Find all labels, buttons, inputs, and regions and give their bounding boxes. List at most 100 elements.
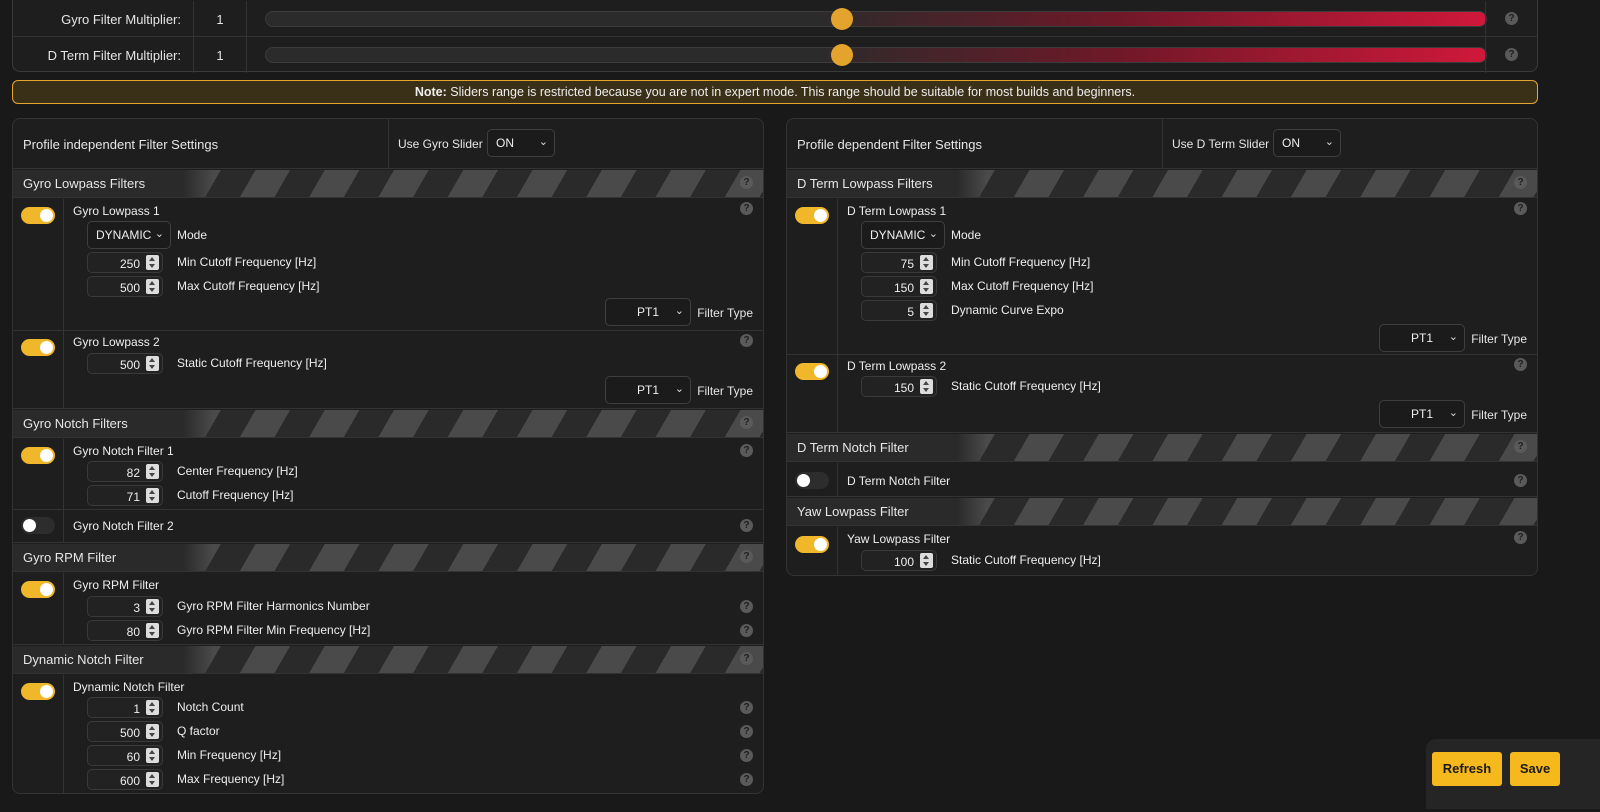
spinner-icon[interactable] xyxy=(146,279,159,294)
q-factor-input[interactable]: 500 xyxy=(87,721,163,742)
help-icon[interactable]: ? xyxy=(740,550,753,563)
help-icon[interactable]: ? xyxy=(740,773,753,786)
use-dterm-slider-label: Use D Term Slider xyxy=(1172,137,1270,151)
help-icon[interactable]: ? xyxy=(740,652,753,665)
help-icon[interactable]: ? xyxy=(740,749,753,762)
yaw-cutoff-input[interactable]: 100 xyxy=(861,550,937,571)
gyro-rpm-min-frequency-input[interactable]: 80 xyxy=(87,620,163,641)
spinner-icon[interactable] xyxy=(920,303,933,318)
refresh-button[interactable]: Refresh xyxy=(1432,752,1502,786)
spinner-icon[interactable] xyxy=(146,772,159,787)
gyro-notch-1-title: Gyro Notch Filter 1 xyxy=(73,444,174,458)
gyro-filter-multiplier-track[interactable] xyxy=(265,11,1487,27)
notch-count-input[interactable]: 1 xyxy=(87,697,163,718)
chevron-down-icon: ⌄ xyxy=(928,228,938,240)
chevron-down-icon: ⌄ xyxy=(1448,331,1458,343)
dterm-lowpass-1-title: D Term Lowpass 1 xyxy=(847,204,947,218)
gyro-notch-1-center-input[interactable]: 82 xyxy=(87,461,163,482)
help-icon[interactable]: ? xyxy=(1514,176,1527,189)
dterm-lowpass-1-mode-select[interactable]: DYNAMIC ⌄ xyxy=(861,221,945,249)
help-icon[interactable]: ? xyxy=(1505,48,1518,61)
spinner-icon[interactable] xyxy=(920,279,933,294)
help-icon[interactable]: ? xyxy=(740,444,753,457)
dterm-notch-block: D Term Notch Filter ? xyxy=(787,463,1537,497)
spinner-icon[interactable] xyxy=(146,255,159,270)
save-button[interactable]: Save xyxy=(1510,752,1560,786)
dterm-filter-multiplier-thumb[interactable] xyxy=(831,44,853,66)
gyro-lowpass-2-toggle[interactable] xyxy=(21,339,55,356)
use-gyro-slider-select[interactable]: ON ⌄ xyxy=(487,129,555,157)
help-icon[interactable]: ? xyxy=(740,725,753,738)
help-icon[interactable]: ? xyxy=(1505,12,1518,25)
gyro-notch-1-cutoff-input[interactable]: 71 xyxy=(87,485,163,506)
help-icon[interactable]: ? xyxy=(740,624,753,637)
spinner-icon[interactable] xyxy=(146,464,159,479)
spinner-icon[interactable] xyxy=(146,748,159,763)
gyro-lowpass-2-cutoff-input[interactable]: 500 xyxy=(87,353,163,374)
yaw-lowpass-toggle[interactable] xyxy=(795,536,829,553)
gyro-notch-2-title: Gyro Notch Filter 2 xyxy=(73,519,174,533)
gyro-lowpass-1-mode-select[interactable]: DYNAMIC ⌄ xyxy=(87,221,171,249)
gyro-lowpass-1-min-input[interactable]: 250 xyxy=(87,252,163,273)
dterm-lowpass-1-type-select[interactable]: PT1 ⌄ xyxy=(1379,324,1465,352)
panel-header: Profile independent Filter Settings Use … xyxy=(13,119,763,169)
gyro-lowpass-1-toggle[interactable] xyxy=(21,207,55,224)
spinner-icon[interactable] xyxy=(146,700,159,715)
dterm-filter-multiplier-value: 1 xyxy=(193,37,247,73)
gyro-rpm-title: Gyro RPM Filter xyxy=(73,578,160,592)
help-icon[interactable]: ? xyxy=(1514,202,1527,215)
filter-type-label: Filter Type xyxy=(697,384,753,398)
max-cutoff-label: Max Cutoff Frequency [Hz] xyxy=(951,279,1094,293)
spinner-icon[interactable] xyxy=(146,724,159,739)
gyro-lowpass-1-max-input[interactable]: 500 xyxy=(87,276,163,297)
gyro-rpm-harmonics-input[interactable]: 3 xyxy=(87,596,163,617)
dterm-lowpass-1-toggle[interactable] xyxy=(795,207,829,224)
spinner-icon[interactable] xyxy=(146,599,159,614)
dterm-lowpass-2-cutoff-input[interactable]: 150 xyxy=(861,376,937,397)
help-icon[interactable]: ? xyxy=(740,416,753,429)
spinner-icon[interactable] xyxy=(146,623,159,638)
spinner-icon[interactable] xyxy=(146,356,159,371)
gyro-lowpass-2-type-select[interactable]: PT1 ⌄ xyxy=(605,376,691,404)
help-icon[interactable]: ? xyxy=(740,600,753,613)
help-icon[interactable]: ? xyxy=(1514,531,1527,544)
gyro-lowpass-1-type-select[interactable]: PT1 ⌄ xyxy=(605,298,691,326)
gyro-rpm-toggle[interactable] xyxy=(21,581,55,598)
gyro-notch-1-toggle[interactable] xyxy=(21,447,55,464)
min-cutoff-label: Min Cutoff Frequency [Hz] xyxy=(177,255,317,269)
dterm-lowpass-2-block: D Term Lowpass 2 ? 150 Static Cutoff Fre… xyxy=(787,355,1537,433)
profile-dependent-panel: Profile dependent Filter Settings Use D … xyxy=(786,118,1538,576)
dterm-notch-toggle[interactable] xyxy=(795,472,829,489)
dterm-lowpass-1-min-input[interactable]: 75 xyxy=(861,252,937,273)
gyro-filter-multiplier-thumb[interactable] xyxy=(831,8,853,30)
profile-independent-panel: Profile independent Filter Settings Use … xyxy=(12,118,764,794)
help-icon[interactable]: ? xyxy=(1514,440,1527,453)
dterm-filter-multiplier-label: D Term Filter Multiplier: xyxy=(47,48,181,63)
panel-title: Profile dependent Filter Settings xyxy=(797,137,982,152)
help-icon[interactable]: ? xyxy=(1514,358,1527,371)
dterm-lowpass-2-toggle[interactable] xyxy=(795,363,829,380)
chevron-down-icon: ⌄ xyxy=(154,228,164,240)
dynamic-curve-expo-label: Dynamic Curve Expo xyxy=(951,303,1064,317)
dyn-min-frequency-input[interactable]: 60 xyxy=(87,745,163,766)
dterm-filter-multiplier-track[interactable] xyxy=(265,47,1487,63)
help-icon[interactable]: ? xyxy=(740,334,753,347)
spinner-icon[interactable] xyxy=(920,255,933,270)
help-icon[interactable]: ? xyxy=(1514,474,1527,487)
help-icon[interactable]: ? xyxy=(740,701,753,714)
gyro-notch-2-toggle[interactable] xyxy=(21,517,55,534)
dterm-expo-input[interactable]: 5 xyxy=(861,300,937,321)
dterm-lowpass-1-max-input[interactable]: 150 xyxy=(861,276,937,297)
spinner-icon[interactable] xyxy=(920,553,933,568)
help-icon[interactable]: ? xyxy=(740,519,753,532)
help-icon[interactable]: ? xyxy=(740,176,753,189)
dynamic-notch-toggle[interactable] xyxy=(21,683,55,700)
help-icon[interactable]: ? xyxy=(740,202,753,215)
use-dterm-slider-select[interactable]: ON ⌄ xyxy=(1273,129,1341,157)
spinner-icon[interactable] xyxy=(920,379,933,394)
dterm-lowpass-2-type-select[interactable]: PT1 ⌄ xyxy=(1379,400,1465,428)
dyn-max-frequency-input[interactable]: 600 xyxy=(87,769,163,790)
spinner-icon[interactable] xyxy=(146,488,159,503)
dynamic-notch-title: Dynamic Notch Filter xyxy=(73,680,185,694)
q-factor-label: Q factor xyxy=(177,724,220,738)
